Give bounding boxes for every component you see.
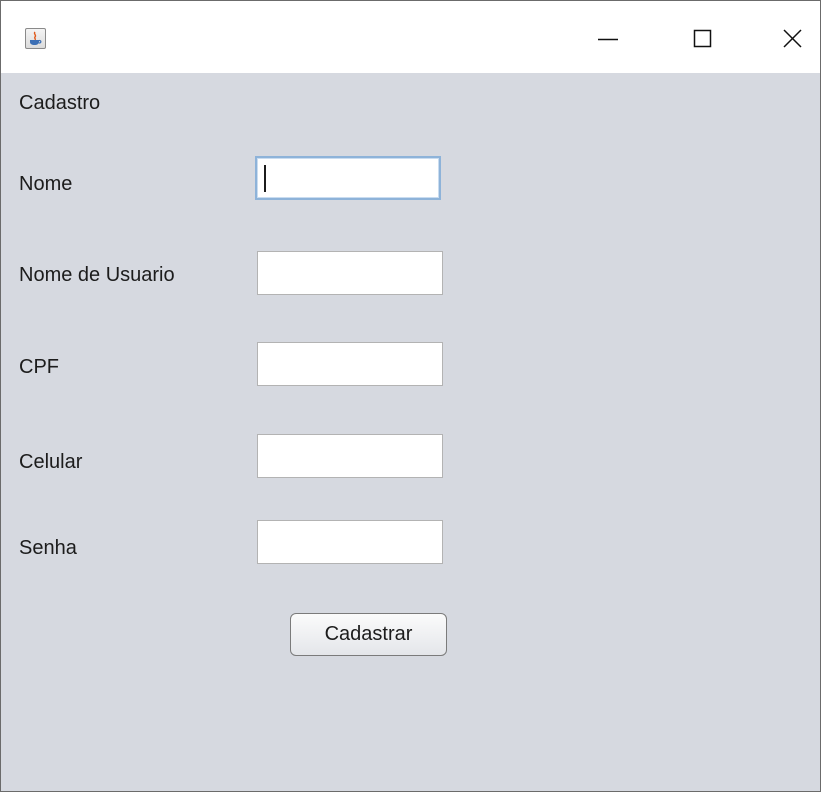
cpf-input[interactable] bbox=[257, 342, 443, 386]
celular-input[interactable] bbox=[257, 434, 443, 478]
text-caret bbox=[264, 165, 266, 192]
nome-label: Nome bbox=[19, 173, 73, 195]
form-heading: Cadastro bbox=[19, 92, 101, 114]
senha-label: Senha bbox=[19, 537, 77, 559]
close-icon bbox=[783, 29, 802, 48]
nome-de-usuario-label: Nome de Usuario bbox=[19, 264, 175, 286]
cadastrar-button[interactable]: Cadastrar bbox=[290, 613, 447, 656]
minimize-button[interactable] bbox=[561, 1, 655, 73]
close-button[interactable] bbox=[745, 1, 821, 73]
nome-input[interactable] bbox=[255, 156, 441, 200]
nome-de-usuario-input[interactable] bbox=[257, 251, 443, 295]
minimize-icon bbox=[598, 38, 618, 41]
title-bar[interactable] bbox=[1, 1, 820, 73]
celular-label: Celular bbox=[19, 451, 83, 473]
java-app-icon bbox=[25, 28, 46, 49]
cpf-label: CPF bbox=[19, 356, 59, 378]
app-window bbox=[0, 0, 821, 792]
senha-input[interactable] bbox=[257, 520, 443, 564]
maximize-icon bbox=[693, 29, 712, 48]
maximize-button[interactable] bbox=[655, 1, 749, 73]
